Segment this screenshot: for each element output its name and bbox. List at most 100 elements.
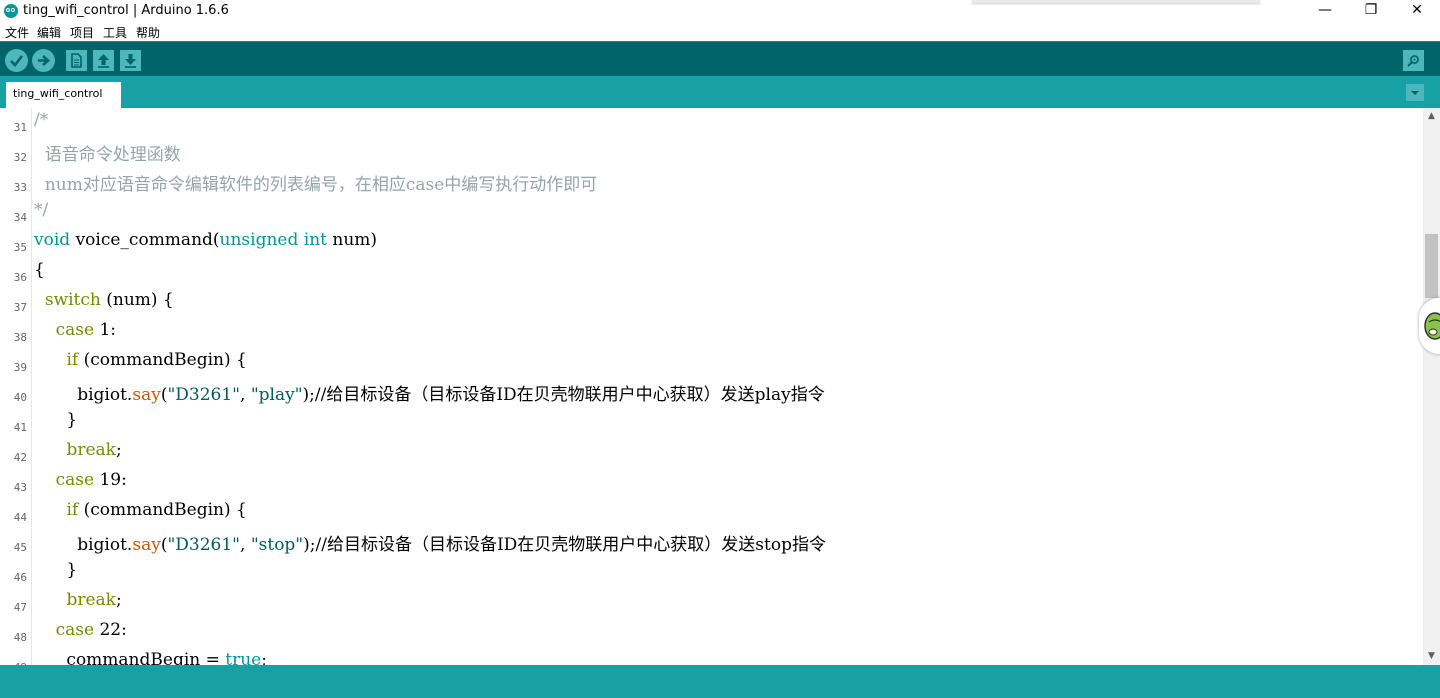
scroll-up-arrow-icon[interactable]: ▲ [1423, 108, 1440, 125]
menu-sketch[interactable]: 项目 [70, 24, 94, 41]
menu-tools[interactable]: 工具 [103, 24, 127, 41]
code-token: if [66, 350, 79, 370]
code-token: /* [34, 110, 49, 130]
toolbar [0, 42, 1440, 76]
tab-label: ting_wifi_control [13, 87, 103, 100]
code-token: , [240, 385, 251, 405]
open-icon [98, 54, 109, 68]
title-bar: ting_wifi_control | Arduino 1.6.6 — ❐ ✕ [0, 0, 1440, 22]
code-token: bigiot. [34, 535, 133, 555]
line-number: 31 [13, 121, 27, 134]
menu-bar: 文件 编辑 项目 工具 帮助 [0, 22, 1440, 42]
code-token: bigiot. [34, 385, 133, 405]
line-number: 32 [13, 151, 27, 164]
menu-help[interactable]: 帮助 [136, 24, 160, 41]
code-token: ; [115, 440, 122, 460]
code-line: bigiot.say("D3261", "stop");//给目标设备（目标设备… [34, 530, 826, 555]
code-line: case 1: [34, 320, 116, 340]
code-line: break; [34, 440, 122, 460]
verify-icon [10, 55, 24, 67]
code-token: 19: [94, 470, 127, 490]
code-token: 1: [94, 320, 117, 340]
floating-assistant-widget[interactable] [1419, 298, 1440, 354]
upload-button[interactable] [32, 49, 55, 72]
menu-edit[interactable]: 编辑 [37, 24, 61, 41]
code-line: if (commandBegin) { [34, 500, 247, 520]
code-token: case [55, 320, 95, 340]
code-line: 语音命令处理函数 [34, 140, 181, 165]
code-line: void voice_command(unsigned int num) [34, 230, 377, 250]
minimize-button[interactable]: — [1302, 0, 1348, 22]
upload-icon [38, 55, 50, 66]
code-token: , [240, 535, 251, 555]
window-title: ting_wifi_control | Arduino 1.6.6 [23, 3, 229, 18]
code-line: commandBegin = true; [34, 650, 267, 665]
close-button[interactable]: ✕ [1394, 0, 1440, 22]
line-number: 37 [13, 301, 27, 314]
line-number: 45 [13, 541, 27, 554]
code-line: bigiot.say("D3261", "play");//给目标设备（目标设备… [34, 380, 825, 405]
code-token: switch [44, 290, 101, 310]
verify-button[interactable] [5, 49, 28, 72]
code-token: case [55, 470, 95, 490]
code-token: (commandBegin) { [78, 500, 247, 520]
code-token: if [66, 500, 79, 520]
code-line: /* [34, 110, 48, 130]
line-number: 38 [13, 331, 27, 344]
code-token: (num) { [100, 290, 174, 310]
arduino-logo-icon [4, 4, 18, 18]
tab-menu-button[interactable] [1406, 84, 1424, 101]
restore-button[interactable]: ❐ [1348, 0, 1394, 22]
overlay-popup-edge [972, 0, 1260, 3]
line-number: 39 [13, 361, 27, 374]
code-token: );//给目标设备（目标设备ID在贝壳物联用户中心获取）发送stop指令 [303, 535, 826, 555]
line-number: 41 [13, 421, 27, 434]
new-sketch-button[interactable] [66, 50, 87, 71]
line-number: 35 [13, 241, 27, 254]
code-token: break [66, 440, 116, 460]
save-sketch-button[interactable] [120, 50, 141, 71]
serial-monitor-icon [1407, 55, 1419, 67]
tab-bar: ting_wifi_control [0, 76, 1440, 108]
scrollbar-thumb[interactable] [1425, 234, 1438, 298]
line-number: 43 [13, 481, 27, 494]
code-token: 语音命令处理函数 [34, 145, 181, 165]
menu-file[interactable]: 文件 [5, 24, 29, 41]
code-token: num对应语音命令编辑软件的列表编号，在相应case中编写执行动作即可 [34, 175, 598, 195]
code-line: switch (num) { [34, 290, 174, 310]
code-token: int [303, 230, 327, 250]
code-line: case 19: [34, 470, 127, 490]
code-editor[interactable]: 31323334353637383940414243444546474849 /… [0, 108, 1440, 665]
scroll-down-arrow-icon[interactable]: ▼ [1423, 648, 1440, 665]
code-token: 22: [94, 620, 127, 640]
code-line: case 22: [34, 620, 127, 640]
line-number: 33 [13, 181, 27, 194]
code-token: say [132, 535, 161, 555]
code-token: } [34, 410, 78, 430]
code-line: } [34, 410, 77, 430]
serial-monitor-button[interactable] [1403, 50, 1424, 71]
code-token: commandBegin = [34, 650, 226, 665]
open-sketch-button[interactable] [93, 50, 114, 71]
code-line: { [34, 260, 45, 280]
line-number: 48 [13, 631, 27, 644]
leaf-mascot-icon [1424, 312, 1440, 340]
code-token: "stop" [250, 535, 304, 555]
line-number: 36 [13, 271, 27, 284]
code-line: num对应语音命令编辑软件的列表编号，在相应case中编写执行动作即可 [34, 170, 597, 195]
code-token: (commandBegin) { [78, 350, 247, 370]
line-number-gutter: 31323334353637383940414243444546474849 [0, 108, 32, 665]
line-number: 34 [13, 211, 27, 224]
code-token: unsigned [219, 230, 299, 250]
new-file-icon [71, 53, 82, 68]
vertical-scrollbar[interactable]: ▲ ▼ [1423, 108, 1440, 665]
code-line: break; [34, 590, 121, 610]
